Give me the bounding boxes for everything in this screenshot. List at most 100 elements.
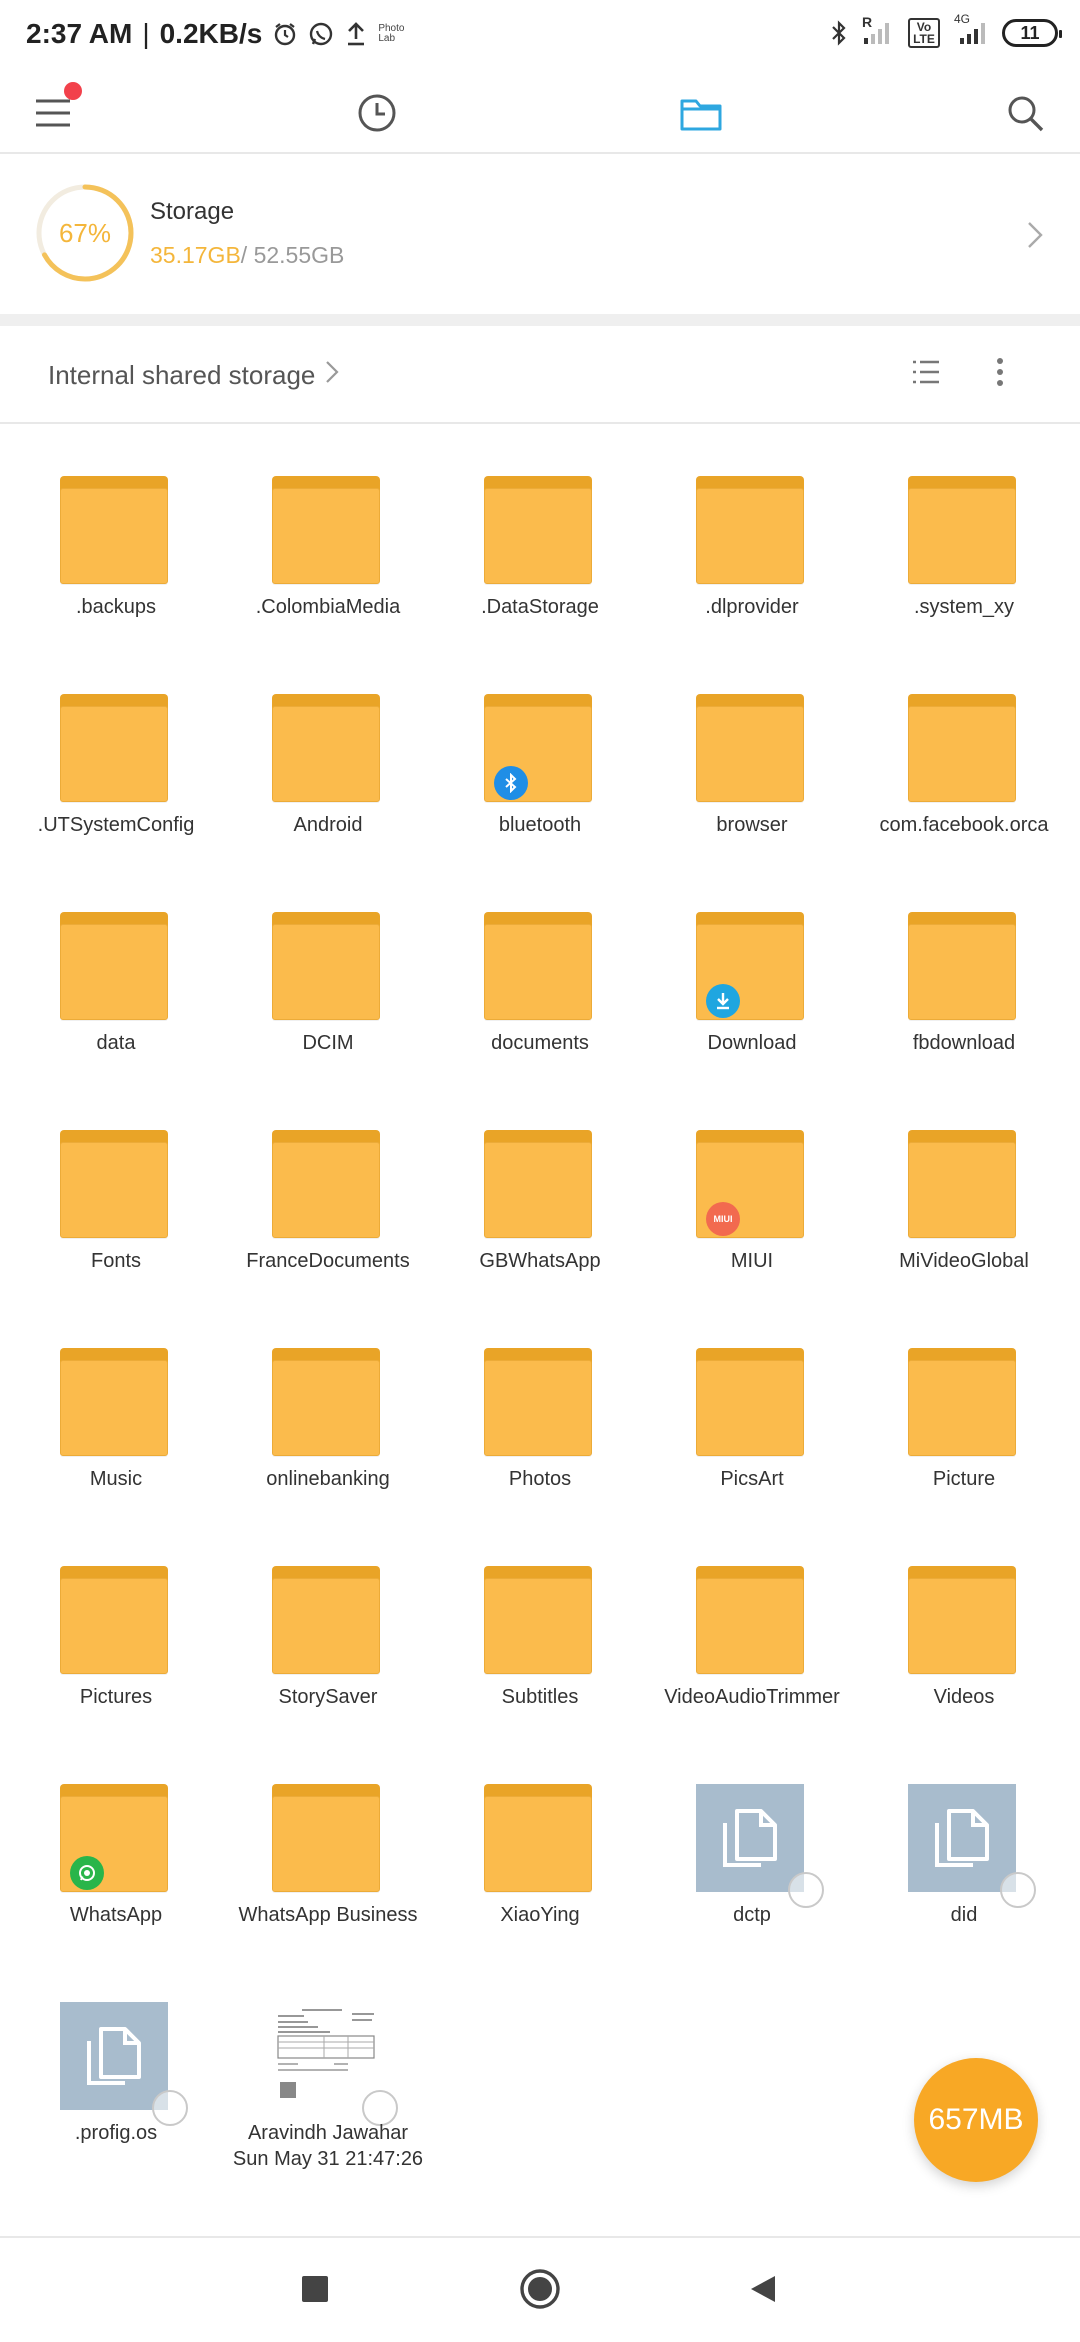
folder-body xyxy=(272,488,380,584)
item-name: Photos xyxy=(434,1466,646,1492)
item-name-line: fbdownload xyxy=(912,1032,1016,1054)
item-name-line: onlinebanking xyxy=(266,1468,390,1490)
item-name: StorySaver xyxy=(222,1684,434,1710)
folder-body xyxy=(908,924,1016,1020)
folder-icon xyxy=(272,1566,380,1674)
folder-item[interactable]: data xyxy=(10,896,222,1114)
folder-item[interactable]: Subtitles xyxy=(434,1550,646,1768)
file-item[interactable]: .profig.os xyxy=(10,1986,222,2204)
folder-item[interactable]: FranceDocuments xyxy=(222,1114,434,1332)
folder-icon xyxy=(908,694,1016,802)
folder-item[interactable]: StorySaver xyxy=(222,1550,434,1768)
files-tab-button[interactable] xyxy=(664,78,738,152)
folder-icon xyxy=(908,1566,1016,1674)
item-name: MiVideoGlobal xyxy=(858,1248,1070,1274)
folder-item[interactable]: GBWhatsApp xyxy=(434,1114,646,1332)
folder-item[interactable]: Android xyxy=(222,678,434,896)
folder-item[interactable]: .UTSystemConfig xyxy=(10,678,222,896)
item-name: dctp xyxy=(646,1902,858,1928)
folder-item[interactable]: PicsArt xyxy=(646,1332,858,1550)
folder-item[interactable]: .ColombiaMedia xyxy=(222,460,434,678)
item-name-line: FranceDocuments xyxy=(246,1250,410,1272)
storage-card[interactable]: 67% Storage 35.17GB/ 52.55GB xyxy=(0,154,1080,314)
item-name-line: .profig.os xyxy=(74,2122,158,2144)
folder-icon xyxy=(272,1130,380,1238)
item-name-line: Android xyxy=(293,814,363,836)
file-item[interactable]: did xyxy=(858,1768,1070,1986)
folder-item[interactable]: browser xyxy=(646,678,858,896)
cleanup-size-button[interactable]: 657MB xyxy=(914,2058,1038,2182)
list-view-button[interactable] xyxy=(906,354,946,394)
signal-4g-icon: 4G xyxy=(954,12,988,46)
item-name: .DataStorage xyxy=(434,594,646,620)
item-name: Subtitles xyxy=(434,1684,646,1710)
folder-item[interactable]: com.facebook.orca xyxy=(858,678,1070,896)
folder-item[interactable]: WhatsApp xyxy=(10,1768,222,1986)
folder-body xyxy=(908,1360,1016,1456)
file-item[interactable]: dctp xyxy=(646,1768,858,1986)
item-name: .backups xyxy=(10,594,222,620)
home-button[interactable] xyxy=(515,2266,565,2316)
file-copy-icon xyxy=(60,2002,168,2110)
folder-icon xyxy=(908,1348,1016,1456)
item-name-line: DCIM xyxy=(302,1032,354,1054)
folder-item[interactable]: bluetooth xyxy=(434,678,646,896)
folder-item[interactable]: .backups xyxy=(10,460,222,678)
folder-icon xyxy=(60,694,168,802)
folder-item[interactable]: onlinebanking xyxy=(222,1332,434,1550)
folder-icon xyxy=(484,1130,592,1238)
item-name-line: bluetooth xyxy=(498,814,582,836)
item-name-line: Music xyxy=(89,1468,143,1490)
item-name: Android xyxy=(222,812,434,838)
folder-item[interactable]: Videos xyxy=(858,1550,1070,1768)
folder-item[interactable]: .system_xy xyxy=(858,460,1070,678)
item-name-line: Photos xyxy=(508,1468,572,1490)
folder-body xyxy=(272,1578,380,1674)
item-name-line: GBWhatsApp xyxy=(479,1250,601,1272)
miui-icon: MIUI xyxy=(706,1202,740,1236)
more-options-button[interactable] xyxy=(980,354,1020,394)
status-speed: 0.2KB/s xyxy=(159,18,263,49)
item-name-line: WhatsApp xyxy=(69,1904,163,1926)
folder-body xyxy=(696,488,804,584)
folder-item[interactable]: .DataStorage xyxy=(434,460,646,678)
menu-button[interactable] xyxy=(16,78,90,152)
search-button[interactable] xyxy=(988,78,1062,152)
recent-clock-icon xyxy=(357,93,397,138)
item-name-line: com.facebook.orca xyxy=(879,814,1049,836)
item-name-line: dctp xyxy=(733,1904,771,1926)
folder-item[interactable]: XiaoYing xyxy=(434,1768,646,1986)
folder-item[interactable]: Fonts xyxy=(10,1114,222,1332)
folder-item[interactable]: fbdownload xyxy=(858,896,1070,1114)
storage-percent: 67% xyxy=(58,217,112,248)
item-name-line: .ColombiaMedia xyxy=(255,596,401,618)
folder-item[interactable]: DCIM xyxy=(222,896,434,1114)
item-name-line: .system_xy xyxy=(913,596,1015,618)
folder-item[interactable]: MiVideoGlobal xyxy=(858,1114,1070,1332)
item-name: fbdownload xyxy=(858,1030,1070,1056)
folder-item[interactable]: MIUI MIUI xyxy=(646,1114,858,1332)
whatsapp-icon xyxy=(70,1856,104,1890)
folder-item[interactable]: Pictures xyxy=(10,1550,222,1768)
folder-icon xyxy=(484,476,592,584)
folder-item[interactable]: WhatsApp Business xyxy=(222,1768,434,1986)
status-separator: | xyxy=(142,18,150,49)
folder-icon xyxy=(60,476,168,584)
back-button[interactable] xyxy=(738,2266,788,2316)
folder-item[interactable]: documents xyxy=(434,896,646,1114)
item-name-line: .UTSystemConfig xyxy=(37,814,195,836)
folder-item[interactable]: Music xyxy=(10,1332,222,1550)
item-name: did xyxy=(858,1902,1070,1928)
notification-dot xyxy=(64,82,82,100)
folder-item[interactable]: Download xyxy=(646,896,858,1114)
folder-item[interactable]: VideoAudioTrimmer xyxy=(646,1550,858,1768)
recents-button[interactable] xyxy=(290,2266,340,2316)
folder-item[interactable]: .dlprovider xyxy=(646,460,858,678)
folder-item[interactable]: Photos xyxy=(434,1332,646,1550)
folder-item[interactable]: Picture xyxy=(858,1332,1070,1550)
folder-body xyxy=(484,488,592,584)
file-item[interactable]: Aravindh Jawahar Sun May 31 21:47:26 xyxy=(222,1986,434,2204)
breadcrumb[interactable]: Internal shared storage xyxy=(48,360,339,391)
recent-files-button[interactable] xyxy=(340,78,414,152)
path-divider xyxy=(0,422,1080,424)
